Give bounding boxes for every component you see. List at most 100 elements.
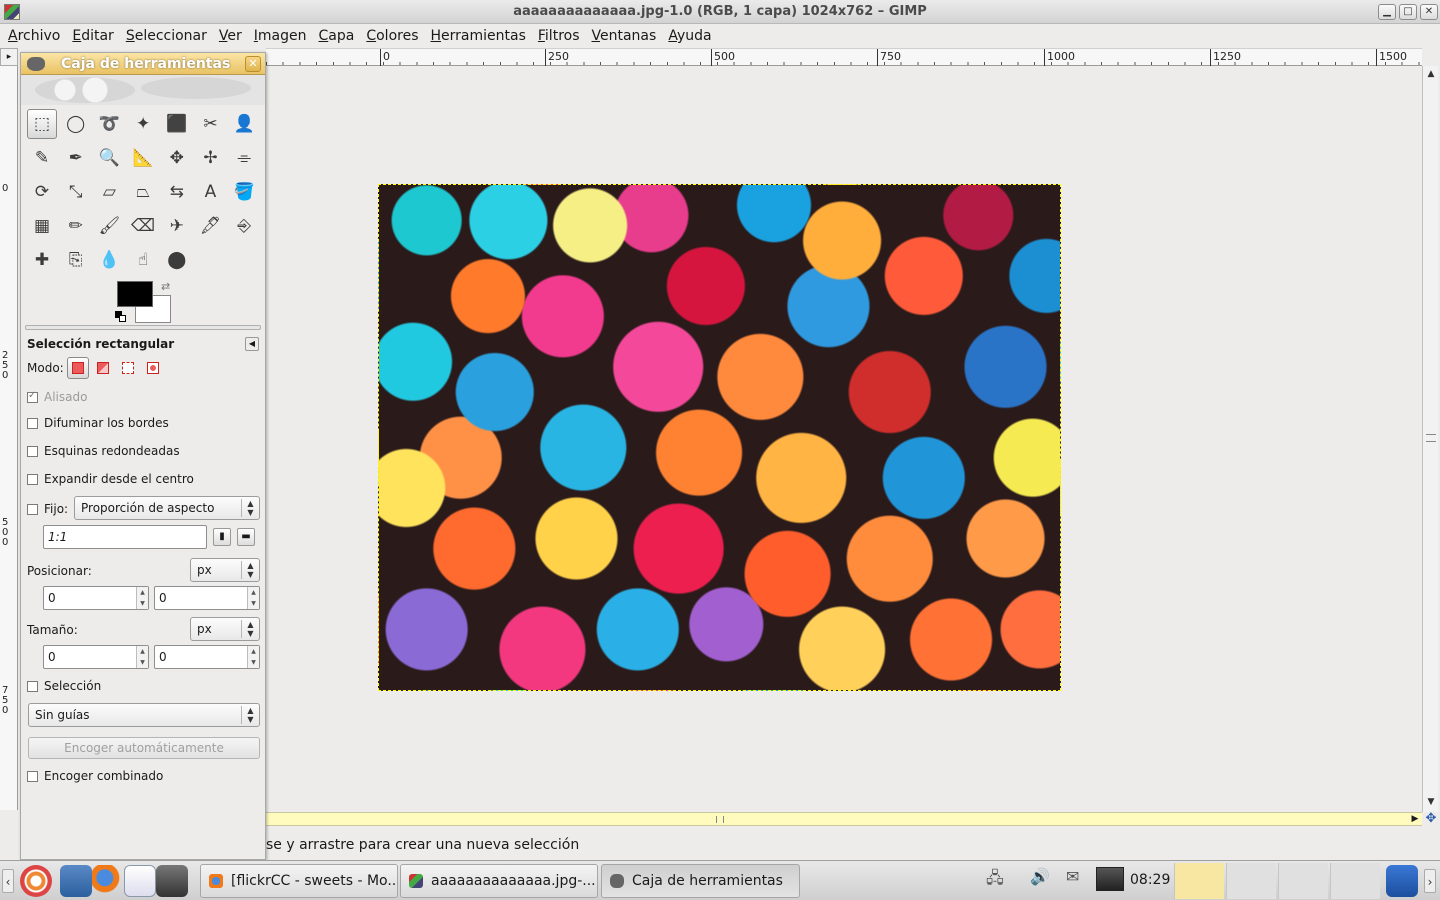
tool-measure-icon[interactable]: 📐	[128, 143, 158, 173]
position-unit-select[interactable]: px ▲ ▼	[190, 558, 260, 582]
tool-rotate-icon[interactable]: ⟳	[27, 177, 57, 207]
tool-text-icon[interactable]: A	[195, 177, 225, 207]
feather-checkbox[interactable]	[27, 417, 38, 429]
portrait-icon[interactable]: ▮	[213, 528, 231, 546]
tool-foreground-select-icon[interactable]: 👤	[229, 109, 259, 139]
desktop-icon[interactable]	[60, 865, 92, 897]
scroll-right-icon[interactable]: ▶	[1408, 813, 1422, 825]
tool-paths-icon[interactable]: ✎	[27, 143, 57, 173]
tool-pencil-icon[interactable]: ✏	[61, 211, 91, 241]
menu-editar[interactable]: Editar	[66, 28, 119, 44]
default-colors-icon[interactable]	[115, 311, 127, 323]
rounded-checkbox[interactable]	[27, 445, 38, 457]
tool-paintbrush-icon[interactable]: 🖌	[94, 211, 124, 241]
tool-align-icon[interactable]: ✢	[195, 143, 225, 173]
tool-zoom-icon[interactable]: 🔍	[94, 143, 124, 173]
workspace-1[interactable]	[1174, 863, 1224, 899]
tool-perspective-clone-icon[interactable]: ⎘	[61, 245, 91, 275]
tool-bucket-fill-icon[interactable]: 🪣	[229, 177, 259, 207]
tool-rect-select-icon[interactable]: ⬚	[27, 109, 57, 139]
display-icon[interactable]	[1096, 867, 1124, 891]
landscape-icon[interactable]: ▬	[237, 528, 255, 546]
tool-crop-icon[interactable]: ⌯	[229, 143, 259, 173]
firefox-icon[interactable]	[92, 865, 124, 897]
shrink-merged-checkbox[interactable]	[27, 770, 38, 782]
menu-filtros[interactable]: Filtros	[532, 28, 586, 44]
window-titlebar[interactable]: aaaaaaaaaaaaaa.jpg-1.0 (RGB, 1 capa) 102…	[0, 0, 1440, 24]
task-firefox[interactable]: [flickrCC - sweets - Mo...	[200, 864, 398, 898]
antialias-checkbox[interactable]	[27, 390, 38, 403]
mode-subtract-button[interactable]	[117, 357, 139, 379]
position-y-input[interactable]: 0 ▲ ▼	[154, 586, 260, 610]
clock[interactable]: 08:29	[1130, 872, 1170, 888]
network-icon[interactable]: 🖧	[986, 867, 1004, 894]
task-gimp-image[interactable]: aaaaaaaaaaaaaa.jpg-...	[400, 864, 598, 898]
tool-perspective-icon[interactable]: ⏢	[128, 177, 158, 207]
vertical-scrollbar[interactable]: ▲ ▼	[1422, 66, 1438, 812]
mode-add-button[interactable]	[92, 357, 114, 379]
task-toolbox[interactable]: Caja de herramientas	[601, 864, 800, 898]
tool-smudge-icon[interactable]: ☝	[128, 245, 158, 275]
spin-arrows-icon[interactable]: ▲ ▼	[136, 587, 148, 609]
aspect-ratio-input[interactable]: 1:1	[43, 525, 207, 549]
tab-menu-icon[interactable]: ◀	[245, 337, 259, 351]
scroll-grip-icon[interactable]	[1426, 434, 1436, 442]
menu-ayuda[interactable]: Ayuda	[662, 28, 717, 44]
fixed-mode-select[interactable]: Proporción de aspecto ▲ ▼	[74, 496, 260, 520]
volume-icon[interactable]: 🔊	[1030, 867, 1050, 886]
mail-icon[interactable]: ✉	[1066, 867, 1079, 886]
wilber-drop-area[interactable]	[21, 75, 265, 105]
image-canvas[interactable]	[266, 66, 1422, 812]
minimize-button[interactable]: ▁	[1378, 4, 1396, 20]
tool-eraser-icon[interactable]: ⌫	[128, 211, 158, 241]
text-editor-icon[interactable]	[124, 865, 156, 897]
tool-airbrush-icon[interactable]: ✈	[162, 211, 192, 241]
tool-dodge-burn-icon[interactable]: ⬤	[162, 245, 192, 275]
camera-icon[interactable]	[156, 865, 188, 897]
quick-mask-corner-icon[interactable]: ▸	[0, 48, 18, 66]
spin-arrows-icon[interactable]: ▲ ▼	[247, 646, 259, 668]
position-x-input[interactable]: 0 ▲ ▼	[43, 586, 149, 610]
tool-blur-icon[interactable]: 💧	[94, 245, 124, 275]
size-unit-select[interactable]: px ▲ ▼	[190, 617, 260, 641]
workspace-4[interactable]	[1330, 863, 1380, 899]
menu-capa[interactable]: Capa	[313, 28, 361, 44]
highlight-checkbox[interactable]	[27, 680, 38, 692]
guides-select[interactable]: Sin guías ▲ ▼	[28, 703, 260, 727]
spin-arrows-icon[interactable]: ▲ ▼	[136, 646, 148, 668]
menu-ventanas[interactable]: Ventanas	[586, 28, 663, 44]
mode-intersect-button[interactable]	[142, 357, 164, 379]
menu-seleccionar[interactable]: Seleccionar	[120, 28, 213, 44]
tool-fuzzy-select-icon[interactable]: ✦	[128, 109, 158, 139]
size-height-input[interactable]: 0 ▲ ▼	[154, 645, 260, 669]
toolbox-close-button[interactable]: ✕	[245, 56, 261, 72]
tool-color-select-icon[interactable]: ⬛	[162, 109, 192, 139]
menu-archivo[interactable]: Archivo	[2, 28, 66, 44]
tool-scale-icon[interactable]: ⤡	[61, 177, 91, 207]
taskbar-left-arrow-icon[interactable]: ‹	[2, 869, 14, 893]
scroll-up-icon[interactable]: ▲	[1425, 68, 1437, 80]
tool-free-select-icon[interactable]: ➰	[94, 109, 124, 139]
workspace-2[interactable]	[1226, 863, 1276, 899]
tool-shear-icon[interactable]: ▱	[94, 177, 124, 207]
tool-ink-icon[interactable]: 🖋	[195, 211, 225, 241]
tool-ellipse-select-icon[interactable]: ◯	[61, 109, 91, 139]
sweets-image[interactable]	[378, 184, 1061, 691]
foreground-color[interactable]	[117, 281, 153, 307]
ubuntu-menu-icon[interactable]	[20, 865, 52, 897]
mode-replace-button[interactable]	[66, 357, 89, 379]
dock-separator[interactable]	[25, 325, 261, 330]
tool-scissors-select-icon[interactable]: ✂	[195, 109, 225, 139]
spin-arrows-icon[interactable]: ▲ ▼	[247, 587, 259, 609]
horizontal-scrollbar[interactable]: ▶	[266, 812, 1422, 826]
fixed-checkbox[interactable]	[27, 503, 38, 515]
menu-colores[interactable]: Colores	[360, 28, 424, 44]
tool-color-picker-icon[interactable]: ✒	[61, 143, 91, 173]
taskbar-right-arrow-icon[interactable]: ›	[1424, 869, 1436, 893]
maximize-button[interactable]: □	[1399, 4, 1417, 20]
autoshrink-button[interactable]: Encoger automáticamente	[28, 737, 260, 759]
swap-colors-icon[interactable]: ⇄	[161, 280, 170, 293]
close-button[interactable]: ✕	[1420, 4, 1438, 20]
scroll-down-icon[interactable]: ▼	[1425, 796, 1437, 808]
tool-move-icon[interactable]: ✥	[162, 143, 192, 173]
